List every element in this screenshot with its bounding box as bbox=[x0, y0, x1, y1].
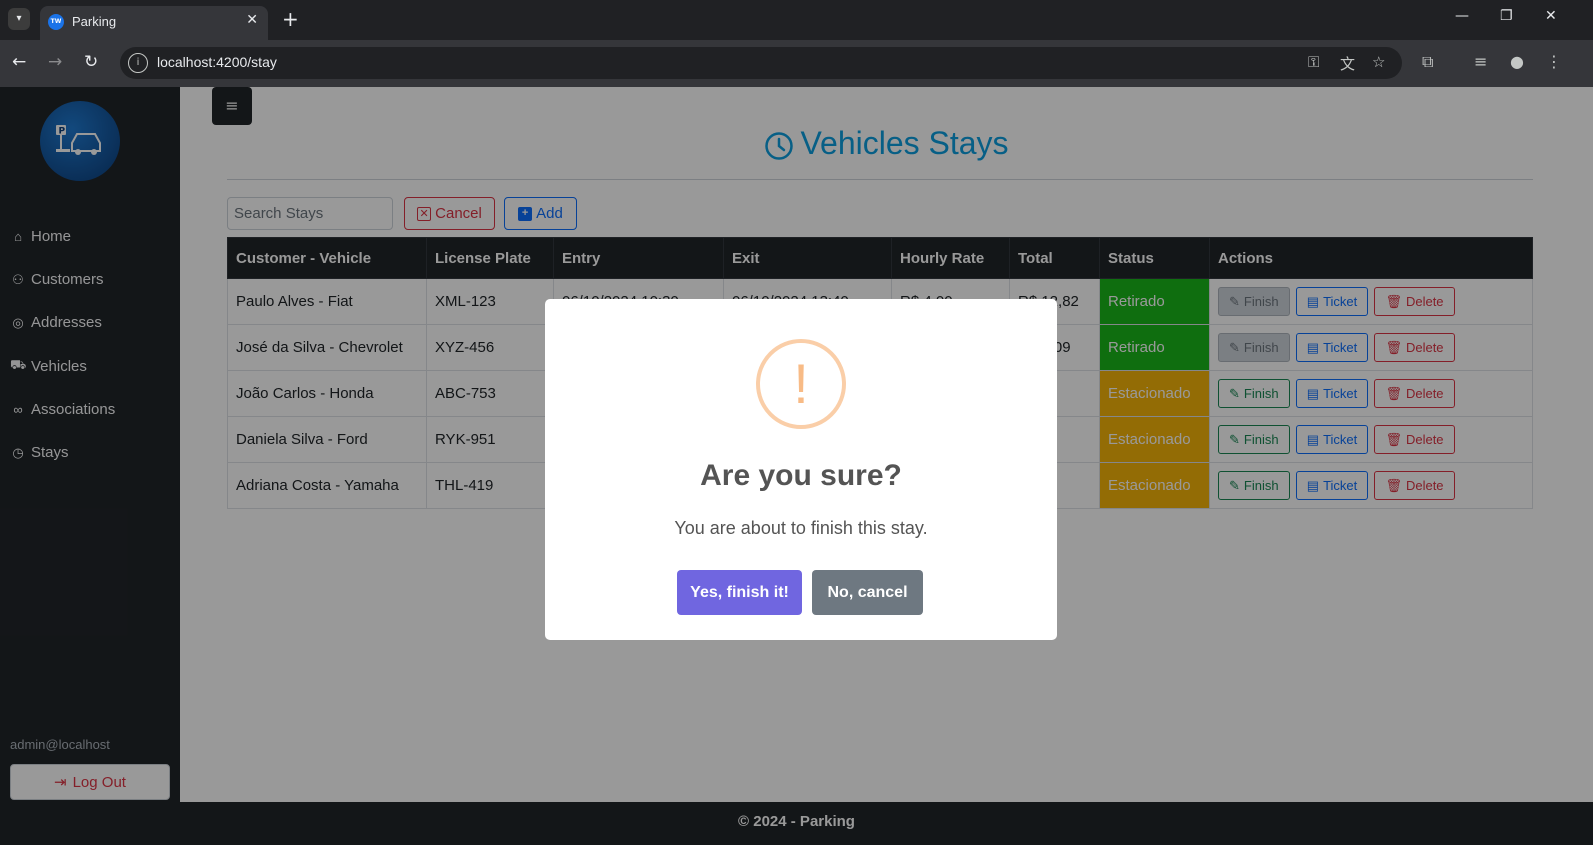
dialog-cancel-button[interactable]: No, cancel bbox=[812, 570, 923, 615]
confirm-dialog: ! Are you sure? You are about to finish … bbox=[545, 299, 1057, 640]
star-icon[interactable]: ☆ bbox=[1372, 53, 1385, 71]
favicon-icon: TW bbox=[48, 14, 64, 30]
confirm-finish-button[interactable]: Yes, finish it! bbox=[677, 570, 802, 615]
close-tab-icon[interactable]: ✕ bbox=[246, 12, 258, 28]
reload-icon[interactable]: ↻ bbox=[84, 52, 98, 72]
window-close-icon[interactable]: ✕ bbox=[1545, 8, 1557, 24]
browser-toolbar: ← → ↻ i localhost:4200/stay ⚿ 文 ☆ ⧉ ≡ ● … bbox=[0, 40, 1593, 87]
browser-tab-bar: ▾ TW Parking ✕ + — ❐ ✕ bbox=[0, 0, 1593, 40]
warning-icon: ! bbox=[756, 339, 846, 429]
back-icon[interactable]: ← bbox=[12, 52, 26, 72]
menu-icon[interactable]: ⋮ bbox=[1546, 52, 1562, 71]
url-text: localhost:4200/stay bbox=[157, 54, 277, 70]
site-info-icon[interactable]: i bbox=[128, 53, 148, 73]
media-icon[interactable]: ≡ bbox=[1474, 52, 1487, 71]
extensions-icon[interactable]: ⧉ bbox=[1422, 52, 1433, 72]
tab-search-button[interactable]: ▾ bbox=[8, 8, 30, 30]
forward-icon[interactable]: → bbox=[48, 52, 62, 72]
new-tab-button[interactable]: + bbox=[282, 8, 299, 30]
key-icon[interactable]: ⚿ bbox=[1308, 53, 1319, 71]
address-bar[interactable]: i localhost:4200/stay ⚿ 文 ☆ bbox=[120, 47, 1402, 79]
translate-icon[interactable]: 文 bbox=[1340, 53, 1355, 74]
dialog-message: You are about to finish this stay. bbox=[674, 518, 928, 538]
minimize-icon[interactable]: — bbox=[1455, 8, 1469, 24]
tab-title: Parking bbox=[72, 14, 117, 29]
restore-icon[interactable]: ❐ bbox=[1500, 8, 1513, 24]
browser-tab[interactable]: TW Parking ✕ bbox=[40, 6, 268, 40]
profile-icon[interactable]: ● bbox=[1510, 52, 1524, 71]
dialog-title: Are you sure? bbox=[700, 459, 902, 492]
